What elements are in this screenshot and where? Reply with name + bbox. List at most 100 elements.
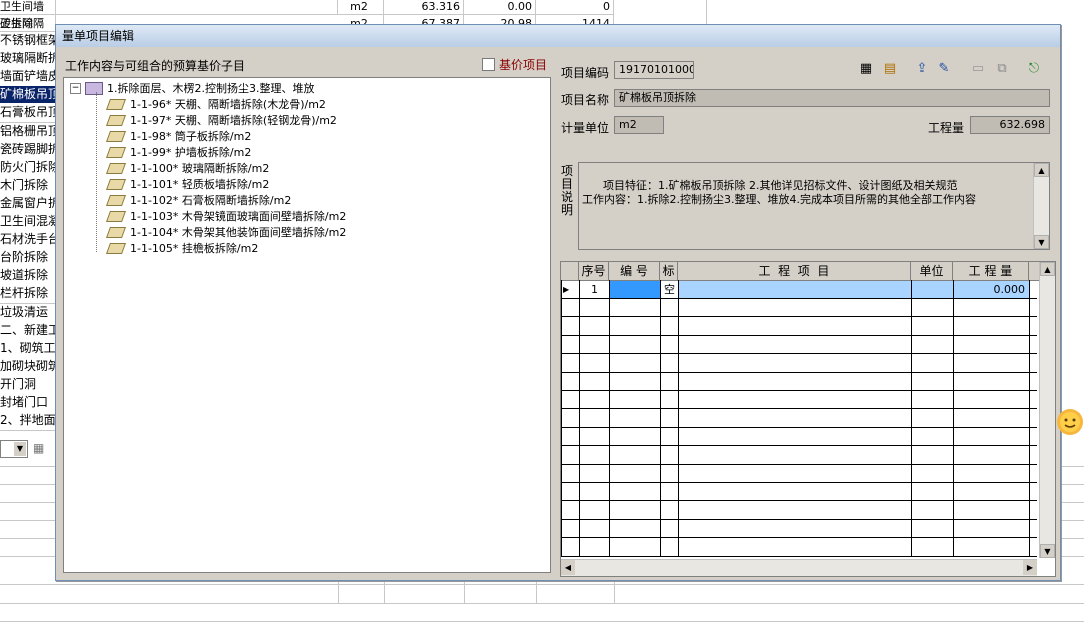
grid-cell-qty[interactable]: 0.000 <box>954 281 1029 298</box>
book-icon <box>105 242 127 254</box>
book-icon <box>105 98 127 110</box>
bg-left-cell: 二、新建工 <box>0 321 57 339</box>
bg-left-cell: 瓷砖踢脚拆 <box>0 140 57 158</box>
desc-scrollbar[interactable]: ▲ ▼ <box>1033 163 1049 249</box>
table-row[interactable] <box>561 372 1037 391</box>
copy-icon[interactable]: ⧉ <box>994 61 1010 77</box>
checkbox-box[interactable] <box>482 58 495 71</box>
table-row[interactable] <box>561 317 1037 336</box>
bg-left-cell: 加砌块砌筑 <box>0 357 57 375</box>
table-row[interactable] <box>561 354 1037 373</box>
calculator-icon[interactable]: ▦ <box>858 61 874 77</box>
code-label: 项目编码 <box>561 66 610 80</box>
table-row[interactable] <box>561 390 1037 410</box>
bg-left-cell: 1、砌筑工程 <box>0 339 57 357</box>
grid-hscroll[interactable]: ◀ ▶ <box>561 559 1037 576</box>
name-field[interactable]: 矿棉板吊顶拆除 <box>614 89 1050 107</box>
tree-item[interactable]: 1-1-96* 天棚、隔断墙拆除(木龙骨)/m2 <box>105 96 326 112</box>
table-row[interactable] <box>561 409 1037 428</box>
bg-left-cell: 台阶拆除 <box>0 249 57 267</box>
grid-cell-unit[interactable] <box>912 281 953 298</box>
bg-left-cell: 金属窗户拆 <box>0 194 57 212</box>
tree-item-label: 1-1-97* 天棚、隔断墙拆除(轻钢龙骨)/m2 <box>130 114 337 127</box>
tree-item-label: 1-1-96* 天棚、隔断墙拆除(木龙骨)/m2 <box>130 98 326 111</box>
collapse-icon[interactable]: − <box>70 82 81 94</box>
tree-root-label: 1.拆除面层、木楞2.控制扬尘3.整理、堆放 <box>107 82 315 95</box>
tree-item[interactable]: 1-1-99* 护墙板拆除/m2 <box>105 144 251 160</box>
exit-icon[interactable]: ⎋ <box>1026 61 1042 77</box>
bg-left-cell: 坡道拆除 <box>0 267 57 285</box>
bg-row1-price: 0.00 <box>464 0 536 15</box>
base-price-checkbox[interactable]: 基价项目 <box>482 56 547 73</box>
grid-cell-seq[interactable]: 1 <box>580 281 609 298</box>
bg-left-cell: 木门拆除 <box>0 176 57 194</box>
bg-left-cell: 铝格栅吊顶 <box>0 122 57 140</box>
bg-row1-qty: 63.316 <box>384 0 464 15</box>
assistant-sun-icon[interactable] <box>1052 404 1084 440</box>
sub-item-grid[interactable]: 序号 编 号 标 工 程 项 目 单位 工 程 量 ▶ 1 空 0.000 ▲ ▼ ◀… <box>560 261 1056 577</box>
table-row[interactable] <box>561 501 1037 520</box>
scroll-right-icon[interactable]: ▶ <box>1023 560 1037 575</box>
edit-icon[interactable]: ✎ <box>936 61 952 77</box>
split-icon[interactable]: ▭ <box>970 61 986 77</box>
tree-item-label: 1-1-102* 石膏板隔断墙拆除/m2 <box>130 194 292 207</box>
tree-item-label: 1-1-98* 筒子板拆除/m2 <box>130 130 252 143</box>
book-icon <box>105 162 127 174</box>
grid-cell-code[interactable] <box>610 281 660 298</box>
tree-item[interactable]: 1-1-104* 木骨架其他装饰面间壁墙拆除/m2 <box>105 224 346 240</box>
left-caption: 工作内容与可组合的预算基价子目 <box>65 59 246 73</box>
grid-cell-item[interactable] <box>679 281 911 298</box>
tree-item[interactable]: 1-1-103* 木骨架镜面玻璃面间壁墙拆除/m2 <box>105 208 347 224</box>
desc-textarea[interactable]: 项目特征：1.矿棉板吊顶拆除 2.其他详见招标文件、设计图纸及相关规范 工作内容… <box>578 162 1050 250</box>
table-row[interactable] <box>561 464 1037 483</box>
bg-left-cell: 不锈钢框架 <box>0 32 57 49</box>
bg-dropdown[interactable]: ▼ <box>0 440 28 458</box>
tree-item[interactable]: 1-1-97* 天棚、隔断墙拆除(轻钢龙骨)/m2 <box>105 112 337 128</box>
bg-left-cell: 卫生间混凝 <box>0 213 57 230</box>
grid-header: 序号 编 号 标 工 程 项 目 单位 工 程 量 <box>561 262 1055 281</box>
folder-icon <box>85 81 103 95</box>
table-row[interactable] <box>561 335 1037 355</box>
bg-left-cell: 矿棉板吊顶 <box>0 86 57 104</box>
table-icon[interactable]: ▤ <box>882 61 898 77</box>
tree-item-label: 1-1-103* 木骨架镜面玻璃面间壁墙拆除/m2 <box>130 210 347 223</box>
table-row[interactable] <box>561 446 1037 465</box>
qty-field[interactable]: 632.698 <box>970 116 1050 134</box>
tree-item[interactable]: 1-1-98* 筒子板拆除/m2 <box>105 128 252 144</box>
bg-left-cell: 石膏板吊顶 <box>0 104 57 122</box>
unit-field[interactable]: m2 <box>614 116 664 134</box>
tree-item[interactable]: 1-1-102* 石膏板隔断墙拆除/m2 <box>105 192 292 208</box>
grid-scroll-down-icon[interactable]: ▼ <box>1040 544 1055 558</box>
table-row[interactable] <box>561 427 1037 447</box>
bg-row1-unit: m2 <box>338 0 384 15</box>
right-pane: 项目编码 191701010004 ▦ ▤ ⇪ ✎ ▭ ⧉ ⎋ 项目名称 矿棉板… <box>556 53 1056 577</box>
sub-item-tree[interactable]: − 1.拆除面层、木楞2.控制扬尘3.整理、堆放 1-1-96* 天棚、隔断墙拆… <box>63 77 551 573</box>
scroll-up-icon[interactable]: ▲ <box>1034 163 1049 177</box>
tree-item[interactable]: 1-1-100* 玻璃隔断拆除/m2 <box>105 160 269 176</box>
book-icon <box>105 178 127 190</box>
tree-item[interactable]: 1-1-101* 轻质板墙拆除/m2 <box>105 176 270 192</box>
table-row[interactable] <box>561 298 1037 318</box>
bg-left-cell: 防火门拆除 <box>0 158 57 176</box>
grid-scroll-up-icon[interactable]: ▲ <box>1040 262 1055 276</box>
table-row[interactable] <box>561 482 1037 502</box>
book-icon <box>105 130 127 142</box>
grid-clear-icon[interactable]: ▦ <box>33 441 49 457</box>
book-icon <box>105 226 127 238</box>
code-field[interactable]: 191701010004 <box>614 61 694 79</box>
bg-left-cell: 石材洗手台 <box>0 231 57 249</box>
table-row[interactable] <box>561 519 1037 539</box>
book-icon <box>105 114 127 126</box>
bg-left-cell: 封堵门口 <box>0 394 57 411</box>
scroll-down-icon[interactable]: ▼ <box>1034 235 1049 249</box>
tree-item-label: 1-1-101* 轻质板墙拆除/m2 <box>130 178 270 191</box>
tree-root[interactable]: − 1.拆除面层、木楞2.控制扬尘3.整理、堆放 <box>70 80 314 96</box>
bg-left-cell: 2、拌地面 <box>0 412 57 430</box>
table-row[interactable] <box>561 538 1037 557</box>
import-icon[interactable]: ⇪ <box>914 61 930 77</box>
grid-cell-mark[interactable]: 空 <box>661 281 678 298</box>
scroll-left-icon[interactable]: ◀ <box>561 560 575 575</box>
tree-item[interactable]: 1-1-105* 挂檐板拆除/m2 <box>105 240 258 256</box>
header-mark: 标 <box>660 262 678 280</box>
header-code: 编 号 <box>609 262 660 280</box>
